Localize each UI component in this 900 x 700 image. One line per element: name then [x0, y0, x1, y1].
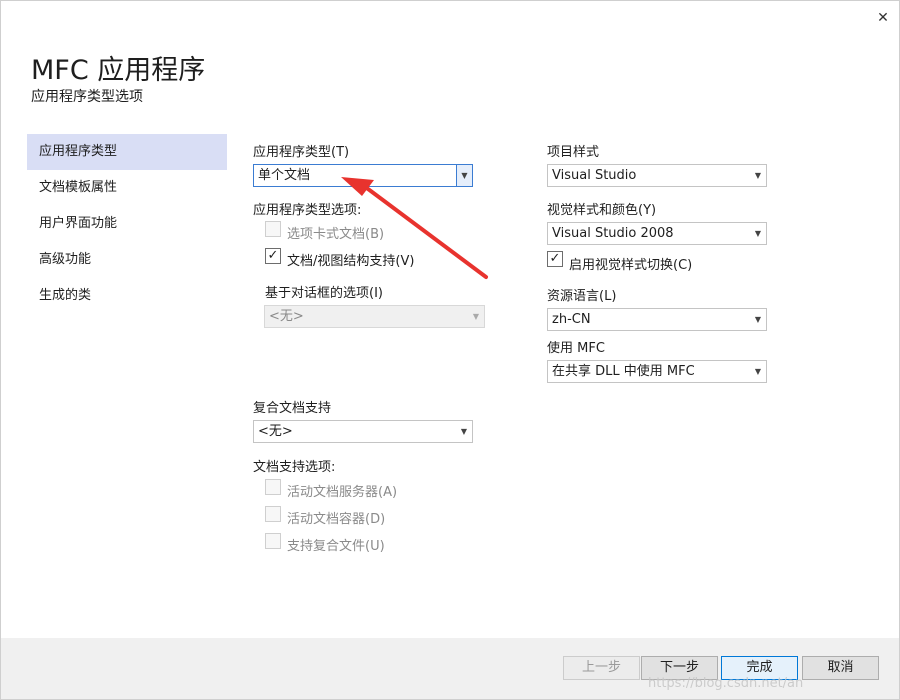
doc-view-checkbox[interactable]: ✓ [265, 248, 281, 264]
active-server-checkbox[interactable] [265, 479, 281, 495]
compound-files-label: 支持复合文件(U) [287, 539, 385, 554]
chevron-down-icon: ▼ [456, 165, 472, 186]
chevron-down-icon: ▼ [460, 427, 468, 436]
use-mfc-value: 在共享 DLL 中使用 MFC [552, 364, 695, 379]
sidebar-item-app-type[interactable]: 应用程序类型 [27, 134, 227, 170]
sidebar-item-label: 生成的类 [39, 288, 92, 303]
app-type-select[interactable]: 单个文档 ▼ [253, 164, 473, 187]
close-icon[interactable]: ✕ [870, 6, 896, 30]
visual-style-label: 视觉样式和颜色(Y) [547, 203, 657, 218]
watermark: https://blog.csdn.net/an [648, 676, 804, 691]
app-type-label: 应用程序类型(T) [253, 145, 350, 160]
sidebar-item-doc-template[interactable]: 文档模板属性 [27, 170, 227, 206]
sidebar-item-label: 文档模板属性 [39, 180, 118, 195]
chevron-down-icon: ▼ [472, 312, 480, 321]
check-icon: ✓ [549, 251, 561, 266]
active-server-label: 活动文档服务器(A) [287, 485, 398, 500]
chevron-down-icon: ▼ [754, 315, 762, 324]
project-style-label: 项目样式 [547, 145, 600, 160]
dialog-options-select[interactable]: <无> ▼ [264, 305, 485, 328]
tabbed-docs-label: 选项卡式文档(B) [287, 227, 385, 242]
visual-style-value: Visual Studio 2008 [552, 226, 674, 241]
project-style-select[interactable]: Visual Studio ▼ [547, 164, 767, 187]
prev-button[interactable]: 上一步 [563, 656, 640, 680]
app-type-options-label: 应用程序类型选项: [253, 203, 362, 218]
page-title: MFC 应用程序 [31, 55, 206, 86]
enable-style-switch-checkbox[interactable]: ✓ [547, 251, 563, 267]
sidebar-item-label: 应用程序类型 [39, 144, 118, 159]
sidebar-item-ui-features[interactable]: 用户界面功能 [27, 206, 227, 242]
resource-lang-label: 资源语言(L) [547, 289, 617, 304]
chevron-down-icon: ▼ [754, 367, 762, 376]
app-type-value: 单个文档 [258, 168, 311, 183]
doc-support-label: 文档支持选项: [253, 460, 336, 475]
sidebar-item-label: 高级功能 [39, 252, 92, 267]
resource-lang-value: zh-CN [552, 312, 591, 327]
compound-files-checkbox[interactable] [265, 533, 281, 549]
page-subtitle: 应用程序类型选项 [31, 89, 143, 105]
compound-doc-label: 复合文档支持 [253, 401, 332, 416]
visual-style-select[interactable]: Visual Studio 2008 ▼ [547, 222, 767, 245]
dialog-options-label: 基于对话框的选项(I) [265, 286, 383, 301]
resource-lang-select[interactable]: zh-CN ▼ [547, 308, 767, 331]
active-container-checkbox[interactable] [265, 506, 281, 522]
sidebar-item-label: 用户界面功能 [39, 216, 118, 231]
dialog-options-value: <无> [269, 309, 304, 324]
sidebar-item-generated-classes[interactable]: 生成的类 [27, 278, 227, 314]
chevron-down-icon: ▼ [754, 229, 762, 238]
active-container-label: 活动文档容器(D) [287, 512, 386, 527]
doc-view-label: 文档/视图结构支持(V) [287, 254, 415, 269]
cancel-button[interactable]: 取消 [802, 656, 879, 680]
enable-style-switch-label: 启用视觉样式切换(C) [569, 258, 693, 273]
compound-doc-value: <无> [258, 424, 293, 439]
tabbed-docs-checkbox[interactable] [265, 221, 281, 237]
sidebar-item-advanced[interactable]: 高级功能 [27, 242, 227, 278]
chevron-down-icon: ▼ [754, 171, 762, 180]
use-mfc-label: 使用 MFC [547, 341, 605, 356]
compound-doc-select[interactable]: <无> ▼ [253, 420, 473, 443]
check-icon: ✓ [267, 248, 279, 263]
use-mfc-select[interactable]: 在共享 DLL 中使用 MFC ▼ [547, 360, 767, 383]
project-style-value: Visual Studio [552, 168, 637, 183]
